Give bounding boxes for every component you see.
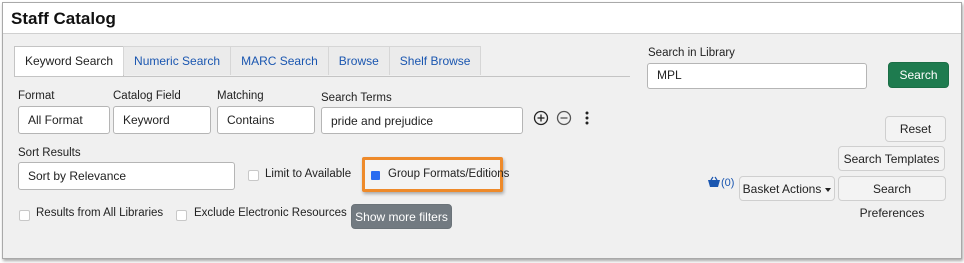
minus-circle-icon[interactable] xyxy=(556,110,572,126)
catalog-field-label: Catalog Field xyxy=(113,90,181,102)
search-preferences-button[interactable]: Search Preferences xyxy=(838,176,946,220)
search-tabs: Keyword Search Numeric Search MARC Searc… xyxy=(14,46,482,77)
format-label: Format xyxy=(18,90,55,102)
catalog-field-select[interactable]: Keyword xyxy=(113,106,211,134)
sort-results-label: Sort Results xyxy=(18,147,81,159)
search-terms-input[interactable]: pride and prejudice xyxy=(321,107,523,134)
plus-circle-icon[interactable] xyxy=(533,110,549,126)
tab-shelf-browse[interactable]: Shelf Browse xyxy=(388,46,482,75)
basket-link[interactable]: (0) xyxy=(707,176,734,189)
tabs-divider xyxy=(14,76,630,77)
tab-marc-search[interactable]: MARC Search xyxy=(230,46,329,75)
library-select[interactable]: MPL xyxy=(647,63,867,89)
matching-select[interactable]: Contains xyxy=(217,106,315,134)
basket-actions-label: Basket Actions xyxy=(742,182,822,196)
search-templates-label: Search Templates xyxy=(843,152,940,166)
matching-label: Matching xyxy=(217,90,264,102)
format-select[interactable]: All Format xyxy=(18,106,110,134)
page-title: Staff Catalog xyxy=(11,9,116,28)
show-more-filters-button[interactable]: Show more filters xyxy=(351,204,452,229)
limit-available-checkbox[interactable] xyxy=(248,170,259,181)
limit-available-label: Limit to Available xyxy=(265,168,352,180)
search-library-label: Search in Library xyxy=(648,47,735,59)
exclude-electronic-checkbox[interactable] xyxy=(176,210,187,221)
group-formats-label: Group Formats/Editions xyxy=(388,168,510,180)
group-formats-checkbox[interactable] xyxy=(371,171,380,180)
search-terms-label: Search Terms xyxy=(321,92,392,104)
basket-count: (0) xyxy=(721,177,735,189)
sort-select[interactable]: Sort by Relevance xyxy=(18,162,235,190)
vertical-ellipsis-icon[interactable] xyxy=(579,110,595,126)
tab-browse[interactable]: Browse xyxy=(327,46,390,75)
all-libraries-checkbox[interactable] xyxy=(19,210,30,221)
chevron-down-icon xyxy=(825,187,832,192)
tab-numeric-search[interactable]: Numeric Search xyxy=(123,46,232,75)
tab-keyword-search[interactable]: Keyword Search xyxy=(14,46,125,77)
all-libraries-label: Results from All Libraries xyxy=(36,207,164,219)
search-button[interactable]: Search xyxy=(888,62,949,88)
basket-actions-button[interactable]: Basket Actions xyxy=(739,176,835,201)
exclude-electronic-label: Exclude Electronic Resources xyxy=(194,207,347,219)
basket-icon xyxy=(708,176,720,187)
search-templates-button[interactable]: Search Templates xyxy=(838,146,945,186)
reset-button[interactable]: Reset xyxy=(885,116,946,142)
